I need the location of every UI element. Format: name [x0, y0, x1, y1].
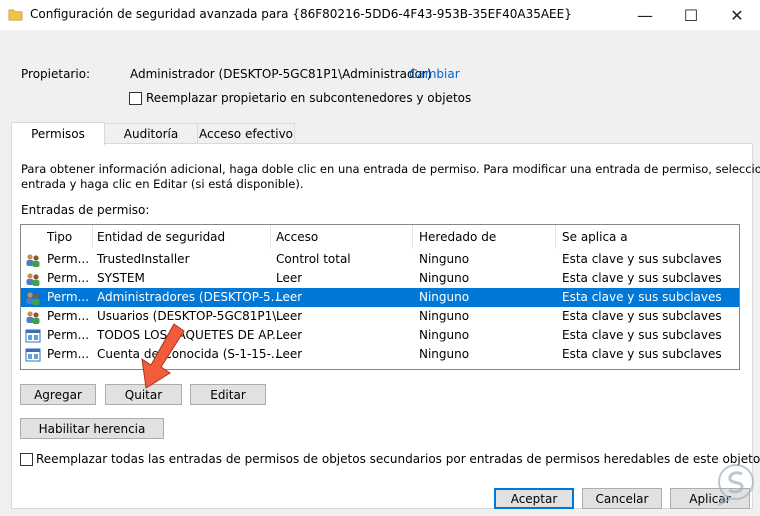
- cell-aplica: Esta clave y sus subclaves: [562, 328, 722, 342]
- info-text-1: Para obtener información adicional, haga…: [21, 162, 760, 176]
- cell-entidad: Usuarios (DESKTOP-5GC81P1\...: [97, 309, 288, 323]
- window-title: Configuración de seguridad avanzada para…: [30, 7, 572, 21]
- table-row[interactable]: Perm... TrustedInstaller Control total Ning…: [21, 250, 739, 269]
- cell-acceso: Leer: [276, 290, 303, 304]
- accept-button[interactable]: Aceptar: [494, 488, 574, 509]
- cell-aplica: Esta clave y sus subclaves: [562, 252, 722, 266]
- tab-auditoria[interactable]: Auditoría: [103, 123, 199, 144]
- tab-acceso-efectivo[interactable]: Acceso efectivo: [197, 123, 295, 144]
- edit-button[interactable]: Editar: [190, 384, 266, 405]
- header-tipo[interactable]: Tipo: [41, 225, 93, 249]
- cell-heredado: Ninguno: [419, 328, 470, 342]
- info-text-2: entrada y haga clic en Editar (si está d…: [21, 177, 304, 191]
- header-entidad[interactable]: Entidad de seguridad: [91, 225, 271, 249]
- replace-owner-label: Reemplazar propietario en subcontenedore…: [146, 91, 472, 105]
- maximize-icon: ☐: [683, 5, 699, 25]
- cell-entidad: Cuenta desconocida (S-1-15-...: [97, 347, 283, 361]
- cell-entidad: TODOS LOS PAQUETES DE AP...: [97, 328, 284, 342]
- cell-tipo: Perm...: [47, 328, 90, 342]
- folder-icon: [8, 9, 23, 21]
- replace-owner-checkbox[interactable]: [129, 92, 142, 105]
- table-row[interactable]: Perm... SYSTEM Leer Ninguno Esta clave y sus…: [21, 269, 739, 288]
- header-acceso[interactable]: Acceso: [270, 225, 413, 249]
- maximize-button[interactable]: ☐: [668, 0, 714, 30]
- cell-acceso: Control total: [276, 252, 351, 266]
- header-heredado[interactable]: Heredado de: [413, 225, 556, 249]
- change-owner-link[interactable]: Cambiar: [409, 67, 460, 81]
- cell-tipo: Perm...: [47, 290, 90, 304]
- users-icon: [26, 292, 40, 305]
- tab-auditoria-label: Auditoría: [123, 127, 179, 141]
- users-icon: [26, 273, 40, 286]
- package-icon: [25, 348, 41, 362]
- cancel-button[interactable]: Cancelar: [582, 488, 662, 509]
- owner-value: Administrador (DESKTOP-5GC81P1\Administr…: [130, 67, 432, 81]
- tab-permisos-label: Permisos: [31, 127, 85, 141]
- entries-label: Entradas de permiso:: [21, 203, 150, 217]
- cell-aplica: Esta clave y sus subclaves: [562, 290, 722, 304]
- cell-tipo: Perm...: [47, 347, 90, 361]
- cell-heredado: Ninguno: [419, 347, 470, 361]
- cell-heredado: Ninguno: [419, 252, 470, 266]
- cell-entidad: Administradores (DESKTOP-5...: [97, 290, 283, 304]
- add-button[interactable]: Agregar: [20, 384, 96, 405]
- package-icon: [25, 329, 41, 343]
- close-button[interactable]: ✕: [714, 0, 760, 30]
- minimize-icon: —: [637, 5, 653, 25]
- cell-entidad: SYSTEM: [97, 271, 145, 285]
- replace-all-checkbox[interactable]: [20, 453, 33, 466]
- title-bar: Configuración de seguridad avanzada para…: [0, 0, 760, 30]
- cell-heredado: Ninguno: [419, 309, 470, 323]
- table-row[interactable]: Perm... Administradores (DESKTOP-5... Leer…: [21, 288, 739, 307]
- annotation-arrow-icon: [141, 323, 185, 389]
- tab-permisos[interactable]: Permisos: [11, 122, 105, 145]
- cell-tipo: Perm...: [47, 309, 90, 323]
- cell-acceso: Leer: [276, 347, 303, 361]
- tab-acceso-efectivo-label: Acceso efectivo: [198, 127, 294, 141]
- cell-entidad: TrustedInstaller: [97, 252, 190, 266]
- replace-all-label: Reemplazar todas las entradas de permiso…: [36, 452, 760, 466]
- cell-aplica: Esta clave y sus subclaves: [562, 347, 722, 361]
- users-icon: [26, 254, 40, 267]
- cell-acceso: Leer: [276, 309, 303, 323]
- cell-tipo: Perm...: [47, 252, 90, 266]
- cell-acceso: Leer: [276, 328, 303, 342]
- users-icon: [26, 311, 40, 324]
- cell-heredado: Ninguno: [419, 271, 470, 285]
- header-aplica[interactable]: Se aplica a: [556, 225, 739, 249]
- minimize-button[interactable]: —: [622, 0, 668, 30]
- cell-heredado: Ninguno: [419, 290, 470, 304]
- owner-label: Propietario:: [21, 67, 91, 81]
- watermark-logo-icon: [717, 464, 754, 506]
- enable-inheritance-button[interactable]: Habilitar herencia: [20, 418, 164, 439]
- cell-aplica: Esta clave y sus subclaves: [562, 271, 722, 285]
- cell-acceso: Leer: [276, 271, 303, 285]
- close-icon: ✕: [730, 5, 744, 25]
- cell-aplica: Esta clave y sus subclaves: [562, 309, 722, 323]
- list-header: Tipo Entidad de seguridad Acceso Heredad…: [21, 225, 739, 249]
- cell-tipo: Perm...: [47, 271, 90, 285]
